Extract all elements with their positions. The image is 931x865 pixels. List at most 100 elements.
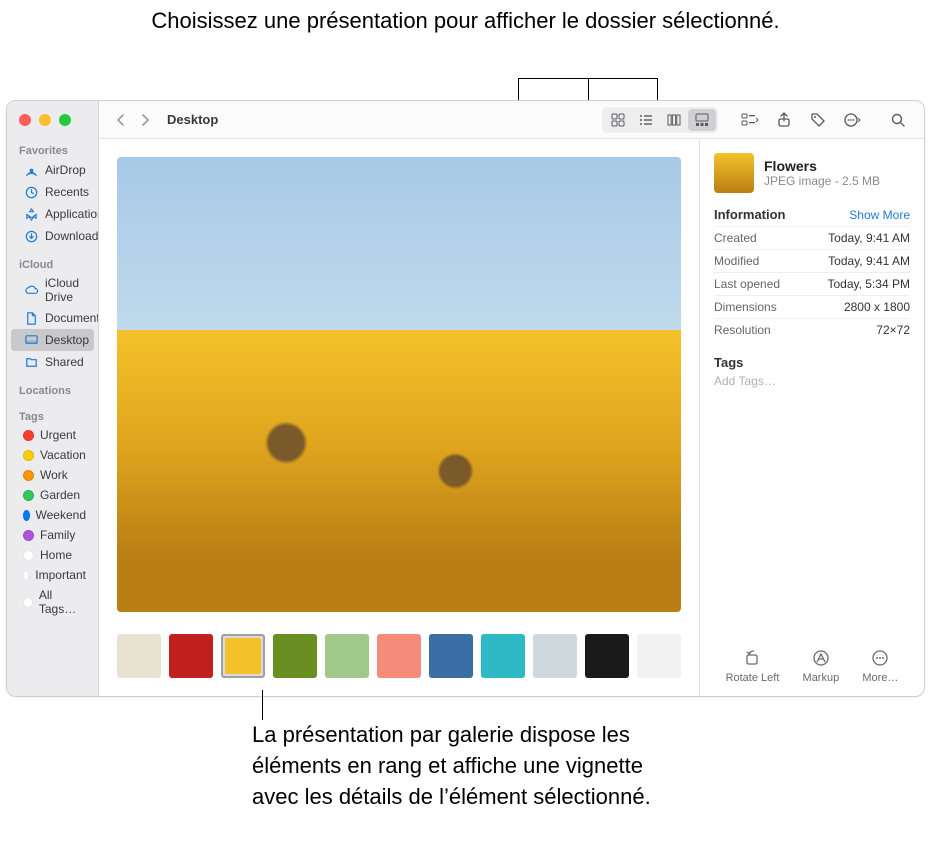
sidebar-tag-urgent[interactable]: Urgent	[11, 425, 94, 445]
sidebar-item-label: Recents	[45, 185, 89, 199]
markup-icon	[811, 648, 831, 668]
thumbnail-strip	[117, 630, 681, 686]
finder-window: Favorites AirDropRecentsApplicationsDown…	[6, 100, 925, 697]
show-more-link[interactable]: Show More	[849, 208, 910, 222]
group-button[interactable]	[736, 106, 764, 134]
sidebar-tag-label: Work	[40, 468, 68, 482]
sidebar-tag-label: Home	[40, 548, 72, 562]
sidebar-tag-label: Family	[40, 528, 75, 542]
inspector-thumb	[714, 153, 754, 193]
tag-dot-icon	[23, 550, 34, 561]
sidebar-tag-work[interactable]: Work	[11, 465, 94, 485]
sidebar-tag-label: Weekend	[36, 508, 86, 522]
window-title: Desktop	[167, 112, 218, 127]
info-row: Dimensions 2800 x 1800	[714, 295, 910, 318]
thumbnail[interactable]	[533, 634, 577, 678]
sidebar-item-label: Shared	[45, 355, 84, 369]
sidebar-tag-label: Vacation	[40, 448, 86, 462]
info-heading: Information	[714, 207, 786, 222]
minimize-icon[interactable]	[39, 114, 51, 126]
back-button[interactable]	[111, 109, 131, 131]
view-icon-button[interactable]	[604, 109, 632, 131]
view-switcher	[602, 107, 718, 133]
tag-dot-icon	[23, 530, 34, 541]
share-button[interactable]	[770, 106, 798, 134]
sidebar-item-label: AirDrop	[45, 163, 86, 177]
sidebar-item-shared[interactable]: Shared	[11, 351, 94, 373]
sidebar-tag-weekend[interactable]: Weekend	[11, 505, 94, 525]
thumbnail[interactable]	[117, 634, 161, 678]
sidebar-tag-vacation[interactable]: Vacation	[11, 445, 94, 465]
info-key: Created	[714, 231, 757, 245]
callout-bottom-text: La présentation par galerie dispose les …	[252, 722, 651, 809]
more-icon	[870, 648, 890, 668]
thumbnail[interactable]	[221, 634, 265, 678]
thumbnail[interactable]	[273, 634, 317, 678]
thumbnail[interactable]	[585, 634, 629, 678]
sidebar-item-applications[interactable]: Applications	[11, 203, 94, 225]
sidebar-tag-important[interactable]: Important	[11, 565, 94, 585]
main-area: Desktop	[99, 101, 924, 696]
toolbar: Desktop	[99, 101, 924, 139]
sidebar-item-recents[interactable]: Recents	[11, 181, 94, 203]
sidebar-item-label: Applications	[45, 207, 99, 221]
sidebar-heading-icloud: iCloud	[7, 255, 98, 273]
sidebar-item-documents[interactable]: Documents	[11, 307, 94, 329]
tag-dot-icon	[23, 430, 34, 441]
sidebar-tag-label: Garden	[40, 488, 80, 502]
thumbnail[interactable]	[325, 634, 369, 678]
rotate-left-action[interactable]: Rotate Left	[726, 648, 780, 684]
info-key: Last opened	[714, 277, 780, 291]
info-row: Last openedToday, 5:34 PM	[714, 272, 910, 295]
sidebar-item-desktop[interactable]: Desktop	[11, 329, 94, 351]
tag-dot-icon	[23, 450, 34, 461]
rotate-left-icon	[742, 648, 762, 668]
tag-button[interactable]	[804, 106, 832, 134]
inspector-kind: JPEG image - 2.5 MB	[764, 174, 880, 188]
more-action[interactable]: More…	[862, 648, 898, 684]
sidebar-tag-garden[interactable]: Garden	[11, 485, 94, 505]
forward-button[interactable]	[135, 109, 155, 131]
more-button[interactable]	[838, 106, 866, 134]
tag-dot-icon	[23, 510, 30, 521]
callout-top-text: Choisissez une présentation pour affiche…	[151, 8, 779, 33]
sidebar-item-label: Documents	[45, 311, 99, 325]
callout-top: Choisissez une présentation pour affiche…	[0, 6, 931, 36]
sidebar-tag-label: Urgent	[40, 428, 76, 442]
sidebar-item-airdrop[interactable]: AirDrop	[11, 159, 94, 181]
search-button[interactable]	[884, 106, 912, 134]
thumbnail[interactable]	[169, 634, 213, 678]
thumbnail[interactable]	[637, 634, 681, 678]
view-column-button[interactable]	[660, 109, 688, 131]
inspector-panel: Flowers JPEG image - 2.5 MB Information …	[699, 139, 924, 696]
sidebar-tag-family[interactable]: Family	[11, 525, 94, 545]
thumbnail[interactable]	[481, 634, 525, 678]
sidebar-tag-home[interactable]: Home	[11, 545, 94, 565]
sidebar-item-icloud-drive[interactable]: iCloud Drive	[11, 273, 94, 307]
tags-input[interactable]: Add Tags…	[714, 374, 910, 388]
sidebar-item-label: Desktop	[45, 333, 89, 347]
close-icon[interactable]	[19, 114, 31, 126]
sidebar-tag-all-tags-[interactable]: All Tags…	[11, 585, 94, 619]
sidebar-item-label: iCloud Drive	[45, 276, 86, 304]
sidebar-heading-favorites: Favorites	[7, 141, 98, 159]
sidebar-item-downloads[interactable]: Downloads	[11, 225, 94, 247]
info-row: Created Today, 9:41 AM	[714, 226, 910, 249]
thumbnail[interactable]	[429, 634, 473, 678]
info-key: Dimensions	[714, 300, 777, 314]
info-value: 2800 x 1800	[844, 300, 910, 314]
apps-icon	[23, 206, 39, 222]
sidebar: Favorites AirDropRecentsApplicationsDown…	[7, 101, 99, 696]
view-list-button[interactable]	[632, 109, 660, 131]
info-value: Today, 9:41 AM	[828, 231, 910, 245]
zoom-icon[interactable]	[59, 114, 71, 126]
gallery-view	[99, 139, 699, 696]
markup-action[interactable]: Markup	[803, 648, 840, 684]
thumbnail[interactable]	[377, 634, 421, 678]
view-gallery-button[interactable]	[688, 109, 716, 131]
inspector-filename: Flowers	[764, 158, 880, 174]
sidebar-tag-label: Important	[35, 568, 86, 582]
sidebar-tag-label: All Tags…	[39, 588, 86, 616]
tag-dot-icon	[23, 490, 34, 501]
sidebar-heading-locations: Locations	[7, 381, 98, 399]
